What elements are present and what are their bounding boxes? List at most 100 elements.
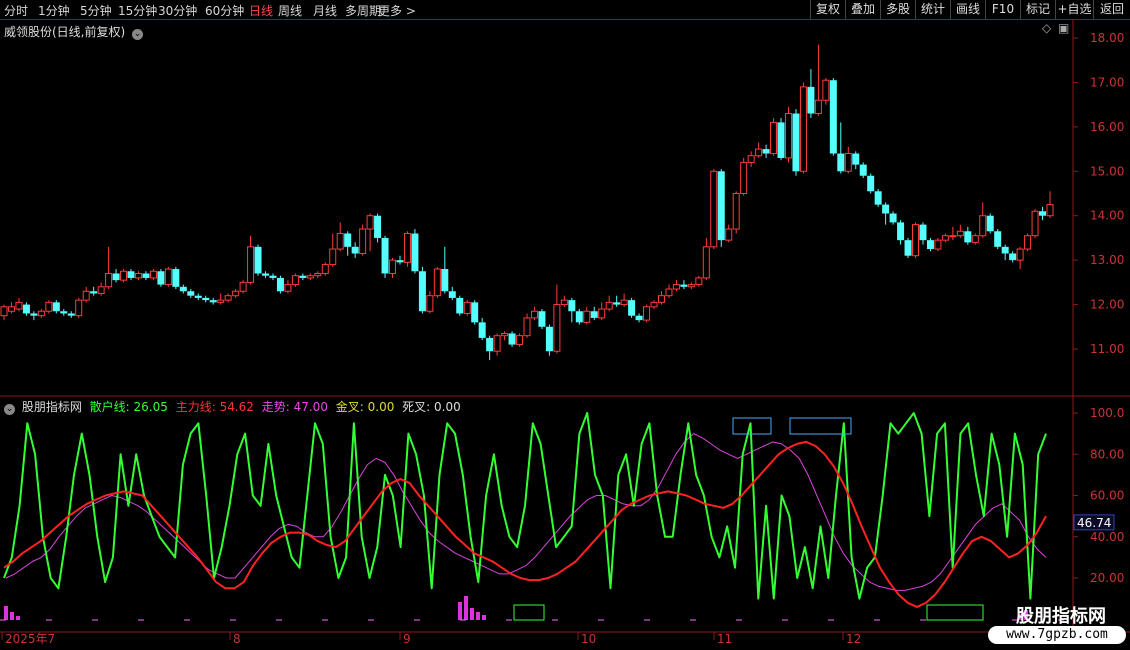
price-tick-label-3: 15.00 [1090,164,1124,178]
candle-body-1 [7,306,15,312]
candle-body-63 [471,302,479,323]
candle-body-64 [478,322,486,338]
candle-body-33 [247,246,255,283]
candle-body-73 [545,326,553,352]
candle-body-136 [1016,248,1024,261]
candle-body-75 [560,299,568,306]
candle-body-32 [239,281,247,292]
price-tick-label-5: 13.00 [1090,253,1124,267]
candle-body-96 [717,171,725,241]
candle-body-74 [553,304,561,352]
candle-body-35 [262,273,269,276]
candle-body-132 [986,215,994,232]
signal-box-top-0 [732,417,772,435]
candle-body-124 [926,240,934,250]
candle-body-3 [22,304,30,314]
volume-bar-7 [482,615,486,620]
candle-body-100 [747,155,755,163]
candle-body-110 [822,79,830,101]
x-tick-label-3: 10 [581,632,596,646]
candle-body-50 [374,215,382,238]
candle-body-89 [665,288,673,297]
candle-body-123 [919,224,927,241]
candle-body-104 [777,122,785,158]
candle-body-130 [971,235,979,243]
candle-body-54 [403,232,411,263]
candle-body-0 [0,306,8,317]
candle-body-76 [568,300,576,312]
ind-tick-label-4: 20.00 [1090,571,1124,585]
signal-box-bottom-0 [513,604,545,621]
candle-body-49 [366,215,374,230]
candle-body-67 [501,332,509,337]
candle-body-48 [359,228,367,254]
candle-body-139 [1039,211,1047,216]
volume-bar-6 [476,612,480,620]
candle-body-23 [172,269,180,287]
candle-body-4 [30,313,38,316]
candle-body-14 [105,272,113,288]
candle-body-21 [157,271,165,285]
candle-body-92 [687,284,695,288]
candle-body-85 [635,315,643,321]
candle-body-118 [882,204,890,214]
candle-body-116 [867,175,875,192]
candle-body-115 [859,164,867,176]
candle-body-86 [643,306,651,321]
candle-body-128 [956,230,964,237]
candle-body-138 [1031,210,1039,237]
candle-body-140 [1046,204,1054,217]
candle-body-29 [217,299,225,303]
candle-body-112 [837,153,845,172]
candle-body-121 [904,240,912,256]
candle-body-107 [799,86,807,172]
candle-body-94 [702,246,710,279]
candle-body-12 [90,291,98,294]
candle-body-109 [814,99,822,115]
candle-body-37 [276,277,284,292]
volume-bar-3 [458,602,462,620]
candle-body-41 [306,275,314,279]
candle-body-125 [934,239,942,250]
candle-body-42 [314,272,322,277]
candle-body-15 [112,273,120,281]
retail-line [3,412,1047,600]
candle-body-28 [209,300,217,303]
watermark-url: www.7gpzb.com [988,626,1126,644]
price-tick-label-2: 16.00 [1090,120,1124,134]
candle-body-36 [269,275,277,278]
candle-body-77 [575,311,583,323]
candle-body-17 [127,271,135,278]
candle-body-11 [82,290,90,301]
candle-body-98 [732,193,740,230]
candle-body-105 [785,113,792,159]
current-value-label: 46.74 [1077,516,1111,530]
candle-body-30 [224,295,232,301]
candle-body-2 [15,301,23,310]
candle-body-56 [418,271,426,312]
price-tick-label-0: 18.00 [1090,31,1124,45]
candle-body-72 [538,311,546,327]
candle-body-62 [463,301,471,314]
candle-body-39 [291,275,299,286]
candle-body-16 [120,270,128,281]
x-tick-label-1: 8 [233,632,241,646]
price-tick-label-1: 17.00 [1090,75,1124,89]
candle-body-84 [628,300,636,316]
candle-body-80 [598,308,606,319]
candle-body-61 [456,297,464,314]
ind-tick-label-1: 80.00 [1090,447,1124,461]
volume-bar-5 [470,608,474,620]
candle-body-101 [755,148,763,157]
candle-body-88 [657,295,665,303]
candle-body-60 [448,291,456,298]
candle-body-103 [770,121,778,155]
candle-body-26 [194,295,202,298]
candle-body-119 [889,213,897,223]
candle-body-25 [187,291,195,296]
watermark-name: 股朋指标网 [1016,606,1106,627]
candle-body-70 [523,317,531,337]
candle-body-126 [941,235,949,241]
candle-body-55 [411,233,419,272]
watermark-logo: 股朋指标网 www.7gpzb.com [980,598,1130,650]
